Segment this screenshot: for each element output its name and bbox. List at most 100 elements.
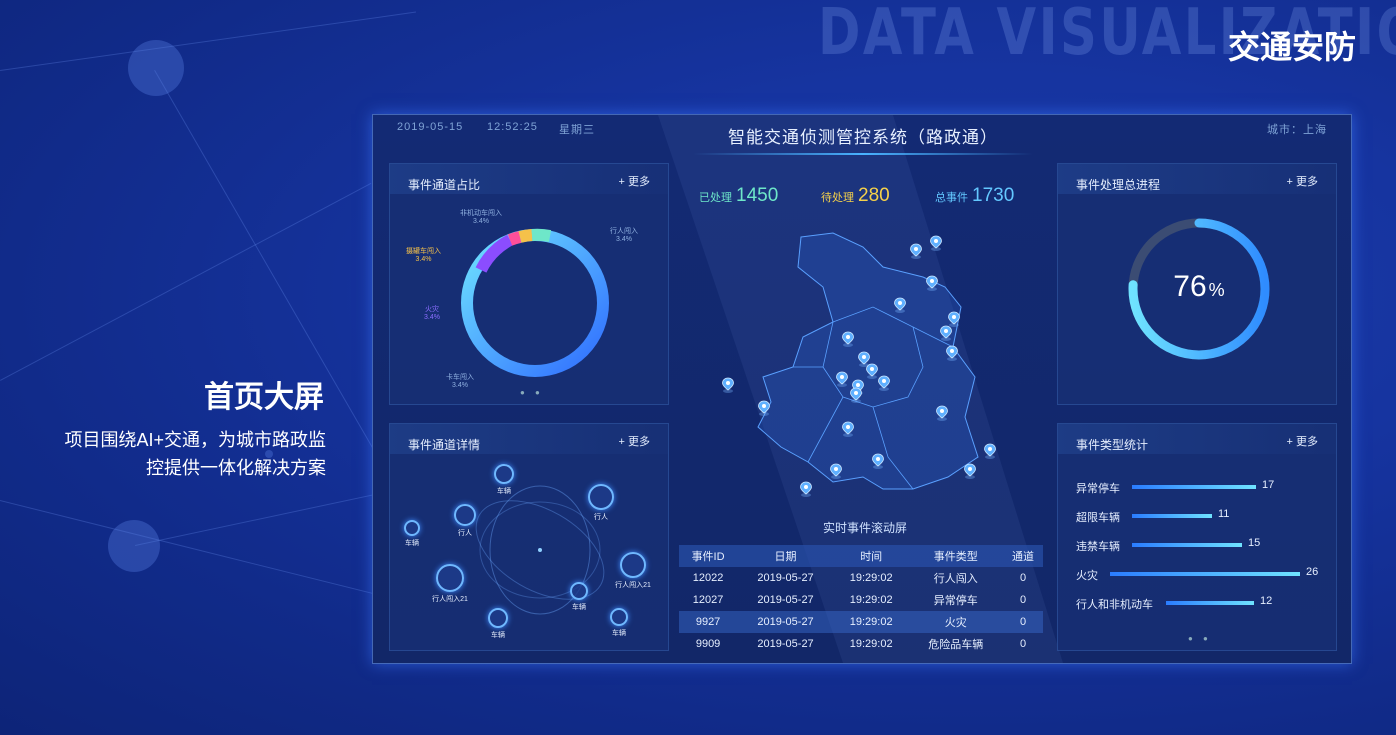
node-circle-icon <box>494 464 514 484</box>
network-node[interactable]: 行人闯入21 <box>418 564 482 604</box>
type-bar-fill <box>1132 543 1242 547</box>
node-label: 行人闯入21 <box>615 582 651 589</box>
progress-unit: % <box>1208 280 1225 300</box>
map-pin-icon[interactable] <box>841 421 855 437</box>
network-node[interactable]: 车辆 <box>470 608 526 640</box>
type-bar-row: 超限车辆 11 <box>1076 508 1336 525</box>
table-cell: 2019-05-27 <box>737 611 834 633</box>
map-pin-icon[interactable] <box>721 377 735 393</box>
table-cell: 19:29:02 <box>833 611 909 633</box>
map-pin-icon[interactable] <box>829 463 843 479</box>
node-circle-icon <box>570 582 588 600</box>
bg-node <box>108 520 160 572</box>
table-cell: 危险品车辆 <box>928 639 984 651</box>
city-display: 城市：上海 <box>1267 124 1327 136</box>
map-pin-icon[interactable] <box>799 481 813 497</box>
slide-description: 项目围绕AI+交通，为城市路政监控提供一体化解决方案 <box>64 430 326 478</box>
network-node[interactable]: 车辆 <box>592 608 646 638</box>
segment-nonmotor <box>518 229 533 243</box>
label-nonmotor: 非机动车闯入 3.4% <box>460 208 502 225</box>
city-map <box>757 232 979 490</box>
map-pin-icon[interactable] <box>835 371 849 387</box>
map-pin-icon[interactable] <box>945 345 959 361</box>
table-row[interactable]: 12027 2019-05-27 19:29:02 异常停车 0 <box>679 589 1043 611</box>
map-pin-icon[interactable] <box>935 405 949 421</box>
stat-label: 已处理 <box>699 192 732 204</box>
table-cell: 9909 <box>695 638 721 650</box>
label-fire: 火灾 3.4% <box>424 304 440 321</box>
label-pct: 3.4% <box>424 314 440 321</box>
more-button[interactable]: + 更多 <box>619 173 650 189</box>
network-node[interactable]: 行人 <box>436 504 494 538</box>
time-display: 12:52:25 <box>487 121 538 133</box>
more-button[interactable]: + 更多 <box>619 433 650 449</box>
map-pin-icon[interactable] <box>909 243 923 259</box>
type-bar-fill <box>1166 601 1254 605</box>
table-cell: 19:29:02 <box>849 572 893 584</box>
network-node[interactable]: 车辆 <box>476 464 532 496</box>
map-pin-icon[interactable] <box>871 453 885 469</box>
type-bar-label: 超限车辆 <box>1076 512 1120 524</box>
label-name: 非机动车闯入 <box>460 210 502 217</box>
type-bar-value: 17 <box>1262 479 1275 491</box>
type-bar-track <box>1132 485 1256 489</box>
panel-title: 事件类型统计 <box>1076 438 1149 452</box>
map-pin-icon[interactable] <box>925 275 939 291</box>
map-pin-icon[interactable] <box>841 331 855 347</box>
node-circle-icon <box>488 608 508 628</box>
table-cell: 异常停车 <box>933 595 978 607</box>
network-node[interactable]: 车辆 <box>386 520 438 548</box>
map-pin-icon[interactable] <box>849 387 863 403</box>
table-header: 事件ID 日期 时间 事件类型 通道 <box>679 545 1043 567</box>
column-header: 事件ID <box>679 545 738 567</box>
type-bar-value: 15 <box>1248 537 1261 549</box>
slide-title: 首页大屏 <box>204 381 324 414</box>
type-bar-label: 行人和非机动车 <box>1076 599 1153 611</box>
type-bar-value: 12 <box>1260 595 1273 607</box>
map-pin-icon[interactable] <box>929 235 943 251</box>
label-name: 卡车闯入 <box>446 374 474 381</box>
node-label: 行人 <box>458 530 472 537</box>
node-label: 车辆 <box>612 630 626 637</box>
progress-readout: 76% <box>1122 270 1276 304</box>
more-button[interactable]: + 更多 <box>1287 173 1318 189</box>
map-pin-icon[interactable] <box>893 297 907 313</box>
label-name: 摄罐车闯入 <box>406 248 441 255</box>
map-pin-icon[interactable] <box>877 375 891 391</box>
column-header: 通道 <box>1003 545 1043 567</box>
map-pin-icon[interactable] <box>757 400 771 416</box>
network-node[interactable]: 行人闯入21 <box>602 552 664 590</box>
table-cell: 2019-05-27 <box>757 572 814 584</box>
dashboard-title: 智能交通侦测管控系统（路政通） <box>728 128 998 147</box>
type-bar-row: 火灾 26 <box>1076 566 1336 583</box>
map-pin-icon[interactable] <box>939 325 953 341</box>
title-underline <box>693 153 1033 155</box>
ticker-title: 实时事件滚动屏 <box>822 521 907 535</box>
node-circle-icon <box>610 608 628 626</box>
label-tanker: 摄罐车闯入 3.4% <box>406 246 441 263</box>
table-cell: 0 <box>1003 611 1043 633</box>
label-name: 火灾 <box>424 306 439 313</box>
network-node[interactable]: 行人 <box>570 484 632 522</box>
map-pin-icon[interactable] <box>963 463 977 479</box>
map-pin-icon[interactable] <box>983 443 997 459</box>
pager-dots[interactable]: ● ● <box>1188 634 1212 643</box>
node-label: 车辆 <box>497 488 511 495</box>
pager-dots[interactable]: ● ● <box>520 388 544 397</box>
stat-value: 1730 <box>972 185 1015 206</box>
table-row[interactable]: 12022 2019-05-27 19:29:02 行人闯入 0 <box>679 567 1043 589</box>
table-cell: 行人闯入 <box>933 573 978 585</box>
segment-tanker <box>507 231 522 246</box>
table-row[interactable]: 9909 2019-05-27 19:29:02 危险品车辆 0 <box>679 633 1043 655</box>
stat-label: 待处理 <box>821 192 854 204</box>
node-circle-icon <box>588 484 614 510</box>
date-display: 2019-05-15 <box>397 121 464 133</box>
stat-total: 总事件 1730 <box>935 185 1014 207</box>
donut-chart <box>461 228 609 377</box>
table-cell: 2019-05-27 <box>757 594 814 606</box>
more-button[interactable]: + 更多 <box>1287 433 1318 449</box>
table-row[interactable]: 9927 2019-05-27 19:29:02 火灾 0 <box>679 611 1043 633</box>
node-circle-icon <box>404 520 420 536</box>
table-cell: 2019-05-27 <box>757 638 814 650</box>
type-bar-fill <box>1132 514 1212 518</box>
